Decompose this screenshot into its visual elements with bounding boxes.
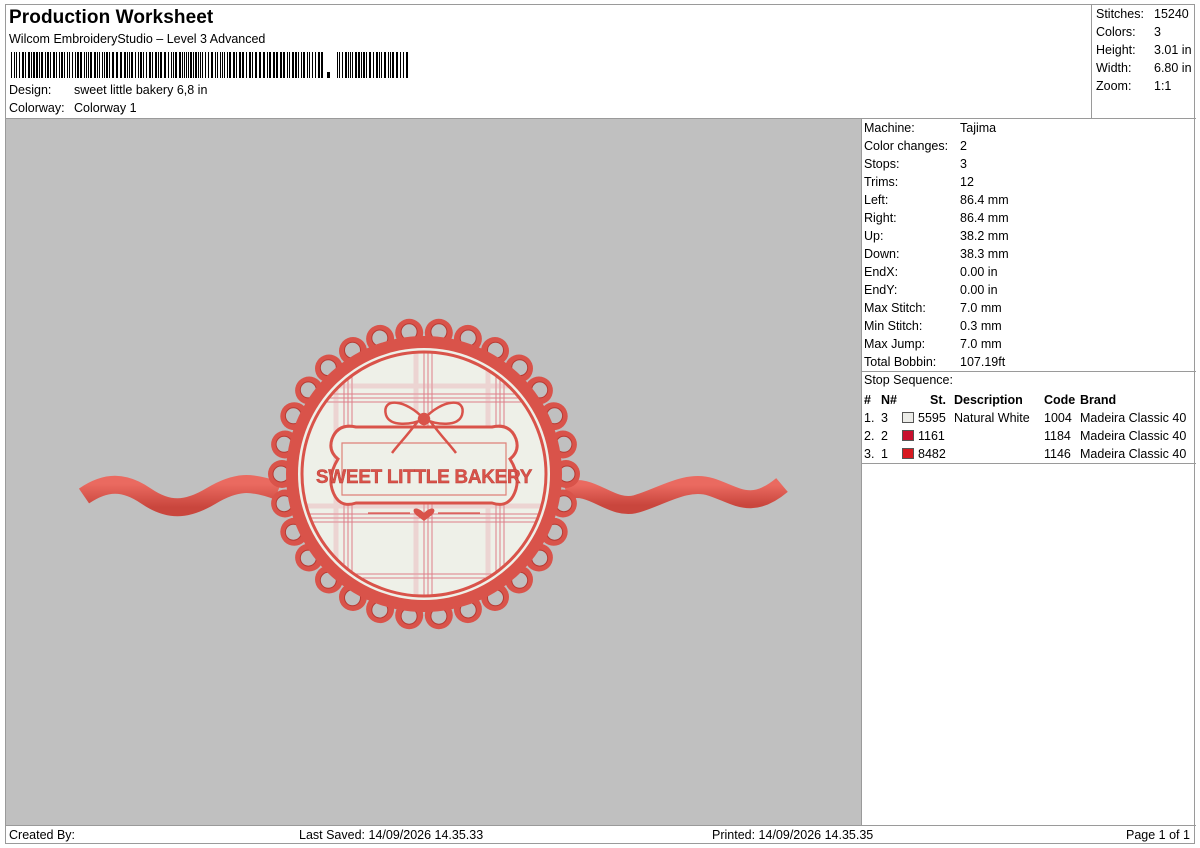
page-number: Page 1 of 1 bbox=[1126, 828, 1190, 842]
table-row: 1. 3 5595 Natural White 1004 Madeira Classic … bbox=[864, 411, 1187, 425]
design-label: Design: bbox=[9, 83, 52, 97]
color-swatch bbox=[902, 430, 914, 441]
barcode bbox=[11, 52, 408, 78]
machine-row: Trims: 12 bbox=[864, 175, 974, 189]
divider bbox=[862, 371, 1196, 372]
divider bbox=[862, 463, 1196, 464]
colorway-row: Colorway: Colorway 1 bbox=[9, 101, 137, 115]
colorway-label: Colorway: bbox=[9, 101, 65, 115]
machine-row: Machine: Tajima bbox=[864, 121, 997, 135]
machine-row: Right: 86.4 mm bbox=[864, 211, 1009, 225]
stat-height: Height: 3.01 in bbox=[1096, 43, 1192, 57]
worksheet-header: Production Worksheet Wilcom EmbroiderySt… bbox=[6, 5, 1196, 119]
design-lettering: SWEET LITTLE BAKERY bbox=[316, 467, 533, 488]
software-subtitle: Wilcom EmbroideryStudio – Level 3 Advanc… bbox=[9, 32, 266, 46]
created-by: Created By: bbox=[9, 828, 76, 842]
design-preview: SWEET LITTLE BAKERY bbox=[6, 119, 862, 825]
stat-width: Width: 6.80 in bbox=[1096, 61, 1192, 75]
machine-row: Left: 86.4 mm bbox=[864, 193, 1009, 207]
production-worksheet: Production Worksheet Wilcom EmbroiderySt… bbox=[5, 4, 1196, 845]
stat-colors: Colors: 3 bbox=[1096, 25, 1161, 39]
machine-row: Up: 38.2 mm bbox=[864, 229, 1009, 243]
label-frame bbox=[329, 424, 519, 506]
color-swatch bbox=[902, 412, 914, 423]
machine-row: Total Bobbin: 107.19ft bbox=[864, 355, 1006, 369]
design-stats: Stitches: 15240 Colors: 3 Height: 3.01 in W… bbox=[1091, 5, 1196, 119]
machine-row: Max Stitch: 7.0 mm bbox=[864, 301, 1002, 315]
last-saved: Last Saved: 14/09/2026 14.35.33 bbox=[299, 828, 484, 842]
page-title: Production Worksheet bbox=[9, 7, 214, 28]
machine-row: Stops: 3 bbox=[864, 157, 967, 171]
design-row: Design: sweet little bakery 6,8 in bbox=[9, 83, 207, 97]
stat-stitches: Stitches: 15240 bbox=[1096, 7, 1189, 21]
embroidery-design: SWEET LITTLE BAKERY bbox=[78, 318, 788, 630]
machine-row: Min Stitch: 0.3 mm bbox=[864, 319, 1002, 333]
machine-row: EndX: 0.00 in bbox=[864, 265, 998, 279]
worksheet-footer: Created By: Last Saved: 14/09/2026 14.35… bbox=[6, 825, 1196, 845]
machine-row: EndY: 0.00 in bbox=[864, 283, 998, 297]
machine-row: Down: 38.3 mm bbox=[864, 247, 1009, 261]
stat-zoom: Zoom: 1:1 bbox=[1096, 79, 1172, 93]
design-name: sweet little bakery 6,8 in bbox=[74, 83, 208, 97]
table-row: 3. 1 8482 1146 Madeira Classic 40 bbox=[864, 447, 1187, 461]
printed-date: Printed: 14/09/2026 14.35.35 bbox=[712, 828, 874, 842]
colorway-name: Colorway 1 bbox=[74, 101, 137, 115]
table-row: 2. 2 1161 1184 Madeira Classic 40 bbox=[864, 429, 1187, 443]
left-wavy-ribbon bbox=[78, 475, 282, 517]
table-header: # N# St. Description Code Brand bbox=[864, 393, 1117, 407]
stop-sequence-heading: Stop Sequence: bbox=[864, 373, 953, 387]
machine-row: Color changes: 2 bbox=[864, 139, 967, 153]
right-wavy-ribbon bbox=[562, 476, 788, 515]
color-swatch bbox=[902, 448, 914, 459]
machine-info-panel: Machine: Tajima Color changes: 2 Stops: 3 Trim… bbox=[862, 119, 1196, 825]
machine-row: Max Jump: 7.0 mm bbox=[864, 337, 1002, 351]
